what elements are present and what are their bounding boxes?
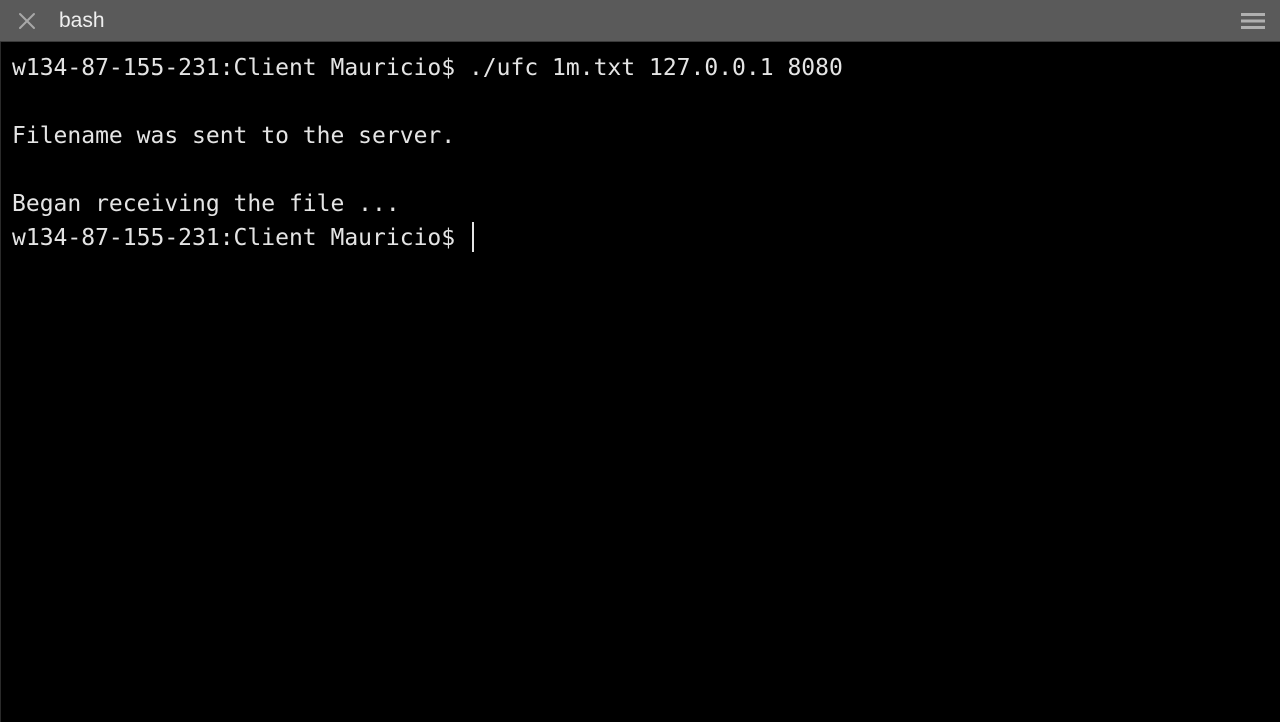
- hamburger-menu-icon: [1241, 13, 1265, 29]
- tab-bar: bash: [0, 0, 1280, 42]
- text-cursor: [471, 222, 474, 252]
- terminal-lines: w134-87-155-231:Client Mauricio$ ./ufc 1…: [12, 51, 843, 255]
- terminal-window: bash w134-87-155-231:Client Mauricio$ ./…: [0, 0, 1280, 722]
- terminal-line: Filename was sent to the server.: [12, 123, 456, 149]
- close-tab-button[interactable]: [15, 9, 39, 33]
- menu-button[interactable]: [1240, 11, 1266, 31]
- terminal-output-area[interactable]: w134-87-155-231:Client Mauricio$ ./ufc 1…: [0, 42, 1280, 722]
- tab-title[interactable]: bash: [59, 8, 105, 34]
- terminal-line: w134-87-155-231:Client Mauricio$ ./ufc 1…: [12, 55, 843, 81]
- close-icon: [19, 13, 35, 29]
- terminal-prompt-line[interactable]: w134-87-155-231:Client Mauricio$: [12, 221, 843, 255]
- terminal-line: Began receiving the file ...: [12, 191, 400, 217]
- terminal-prompt: w134-87-155-231:Client Mauricio$: [12, 225, 469, 251]
